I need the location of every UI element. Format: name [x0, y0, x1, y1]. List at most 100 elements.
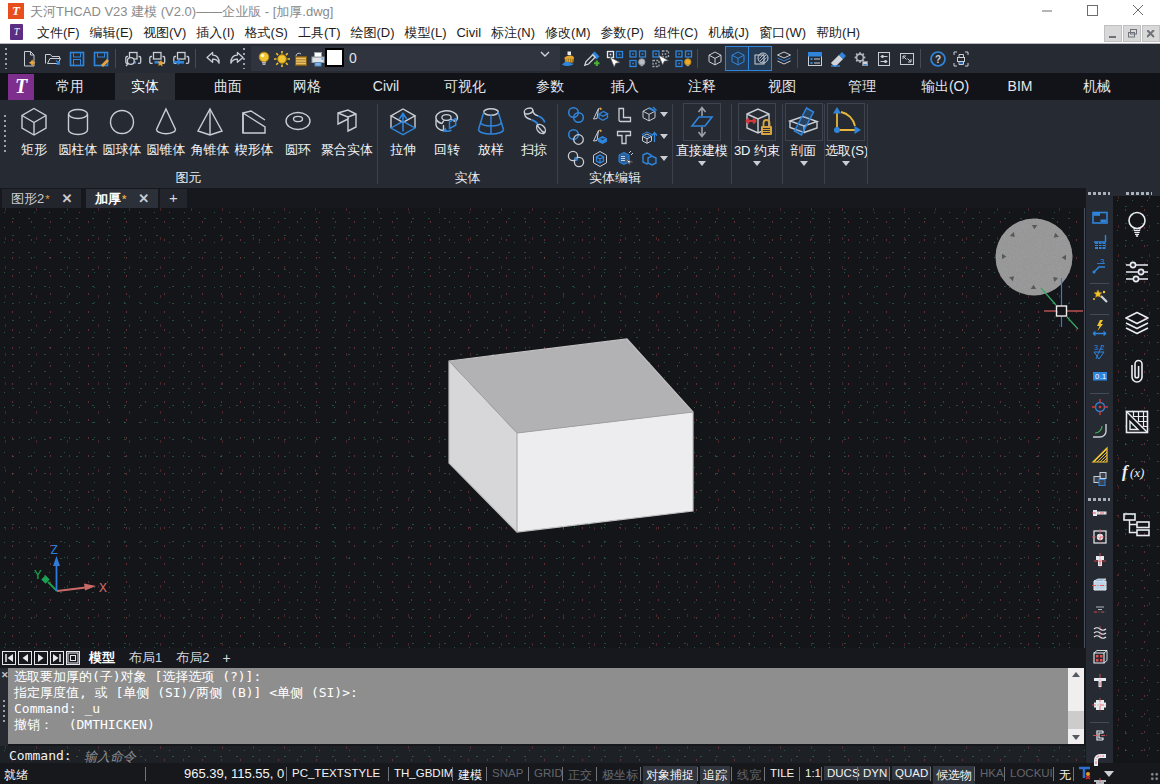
status-toggle-无[interactable]: 无 — [1059, 767, 1071, 784]
ribbon-tab-参数[interactable]: 参数 — [518, 73, 582, 100]
ribbon-small-edit-slice[interactable] — [591, 106, 609, 124]
brush-button[interactable] — [557, 47, 580, 70]
status-toggle-QUAD[interactable]: QUAD — [892, 766, 931, 780]
printer-frame-button[interactable] — [949, 47, 972, 70]
ribbon-tab-BIM[interactable]: BIM — [988, 73, 1052, 100]
ribbon-tab-Civil[interactable]: Civil — [354, 73, 418, 100]
cube-circle-sel-button[interactable] — [749, 47, 772, 70]
ribbon-tab-曲面[interactable]: 曲面 — [196, 73, 260, 100]
part-clamp-button[interactable] — [1091, 552, 1109, 570]
ribbon-button-选取(S)[interactable]: 选取(S) — [825, 103, 867, 166]
minimize-button[interactable] — [1032, 0, 1062, 20]
flash-arrow-button[interactable] — [1091, 319, 1109, 337]
menu-组件(C)[interactable]: 组件(C) — [649, 22, 703, 43]
viewport-canvas[interactable]: X Y Z — [0, 208, 1085, 648]
menu-参数(P)[interactable]: 参数(P) — [596, 22, 649, 43]
scrollbar-thumb[interactable] — [1068, 711, 1084, 729]
layer-name-value[interactable]: 0 — [349, 50, 357, 66]
menu-工具(T)[interactable]: 工具(T) — [293, 22, 346, 43]
save-as-button[interactable] — [89, 47, 112, 70]
springs-button[interactable] — [1091, 624, 1109, 642]
tee2-button[interactable] — [1091, 775, 1109, 784]
toolbar-grip[interactable] — [1088, 498, 1110, 501]
status-toggle-TH_GBDIM[interactable]: TH_GBDIM — [394, 767, 453, 779]
layout-tab-布局1[interactable]: 布局1 — [122, 649, 169, 667]
ribbon-tab-管理[interactable]: 管理 — [830, 73, 894, 100]
layout-tab-模型[interactable]: 模型 — [82, 649, 122, 667]
fx-o-button[interactable]: f(x) — [1120, 457, 1154, 485]
menu-插入(I)[interactable]: 插入(I) — [191, 22, 239, 43]
layout-nav-quickview[interactable] — [66, 651, 80, 665]
status-toggle-1:1[interactable]: 1:1 — [805, 767, 821, 779]
ribbon-logo-icon[interactable]: T — [8, 74, 34, 100]
hatchgrid-o-button[interactable] — [1120, 408, 1154, 436]
command-scrollbar[interactable] — [1068, 668, 1084, 744]
corner-curve-button[interactable] — [1091, 422, 1109, 440]
tri32-button[interactable]: 3.2 — [1091, 343, 1109, 361]
menu-帮助(H)[interactable]: 帮助(H) — [811, 22, 865, 43]
close-button[interactable] — [1123, 0, 1153, 20]
ribbon-small-edit-slice2[interactable] — [591, 128, 609, 146]
ribbon-small-edit-T[interactable] — [615, 128, 633, 146]
cube-wire-button[interactable] — [703, 47, 726, 70]
status-toggle-对象捕捉[interactable]: 对象捕捉 — [643, 766, 697, 784]
publish-button[interactable] — [169, 47, 192, 70]
plot-button[interactable] — [145, 47, 168, 70]
menu-视图(V)[interactable]: 视图(V) — [138, 22, 191, 43]
mdi-minimize-button[interactable] — [1104, 25, 1122, 42]
pattern-box-button[interactable] — [1091, 648, 1109, 666]
ribbon-small-edit-L[interactable] — [615, 106, 633, 124]
ribbon-small-edit-subtract[interactable] — [567, 128, 585, 146]
menu-机械(J)[interactable]: 机械(J) — [703, 22, 754, 43]
box01-button[interactable]: 0.1 — [1091, 367, 1109, 385]
toolbar-grip[interactable] — [1126, 192, 1152, 195]
cube-stack-button[interactable] — [772, 47, 795, 70]
ribbon-tab-实体[interactable]: 实体 — [115, 73, 175, 100]
ribbon-small-edit-cube-up[interactable] — [640, 128, 658, 146]
menu-绘图(D)[interactable]: 绘图(D) — [346, 22, 400, 43]
layout-nav-last[interactable] — [50, 651, 64, 665]
ribbon-small-edit-cube-edge[interactable] — [640, 106, 658, 124]
status-toggle-TILE[interactable]: TILE — [770, 767, 794, 779]
command-grip[interactable] — [3, 700, 5, 722]
layer-dropdown-chevron[interactable] — [538, 47, 552, 61]
doc-tab-close-icon[interactable]: ✕ — [138, 191, 149, 206]
doc-tab-加厚[interactable]: 加厚*✕ — [86, 189, 158, 208]
target-red-button[interactable] — [1091, 398, 1109, 416]
screen-arrows-button[interactable] — [895, 47, 918, 70]
ribbon-tab-可视化[interactable]: 可视化 — [433, 73, 497, 100]
eraser-button[interactable] — [826, 47, 849, 70]
doc-tab-close-icon[interactable]: ✕ — [62, 191, 73, 206]
sliders-panel-button[interactable] — [872, 47, 895, 70]
print-preview-button[interactable] — [121, 47, 144, 70]
hatch-corner-button[interactable] — [1091, 446, 1109, 464]
doc-tab-图形2[interactable]: 图形2*✕ — [2, 189, 81, 208]
mdi-restore-button[interactable] — [1123, 25, 1141, 42]
cube-blue-sel-button[interactable] — [726, 47, 749, 70]
ribbon-button-3D 约束[interactable]: 3D 约束 — [732, 103, 782, 166]
menu-格式(S)[interactable]: 格式(S) — [240, 22, 293, 43]
menu-修改(M)[interactable]: 修改(M) — [540, 22, 596, 43]
menu-编辑(E)[interactable]: 编辑(E) — [85, 22, 138, 43]
ribbon-button-直接建模[interactable]: 直接建模 — [673, 103, 731, 166]
ribbon-button-聚合实体[interactable]: 聚合实体 — [317, 105, 377, 159]
ribbon-small-edit-union[interactable] — [567, 106, 585, 124]
folder-open-button[interactable] — [41, 47, 64, 70]
dropdown-icon[interactable] — [800, 161, 808, 166]
ribbon-small-edit-cube-cursor[interactable] — [615, 150, 633, 168]
channel-button[interactable] — [1091, 727, 1109, 745]
panel-list-button[interactable] — [803, 47, 826, 70]
clip-o-button[interactable] — [1120, 358, 1154, 386]
cubes3-button[interactable] — [1091, 470, 1109, 488]
resize-grip[interactable] — [1150, 772, 1159, 781]
menu-窗口(W)[interactable]: 窗口(W) — [754, 22, 811, 43]
layout-nav-next[interactable] — [34, 651, 48, 665]
squares-bulb-gray-button[interactable] — [626, 47, 649, 70]
dropdown-icon[interactable] — [660, 134, 668, 139]
status-toggle-建模[interactable]: 建模 — [458, 767, 482, 784]
bolt-side-button[interactable] — [1091, 504, 1109, 522]
toolbar-grip[interactable] — [1088, 192, 1110, 195]
status-toggle-SNAP[interactable]: SNAP — [492, 767, 523, 779]
mdi-close-button[interactable] — [1142, 25, 1160, 42]
ribbon-tab-常用[interactable]: 常用 — [38, 73, 102, 100]
